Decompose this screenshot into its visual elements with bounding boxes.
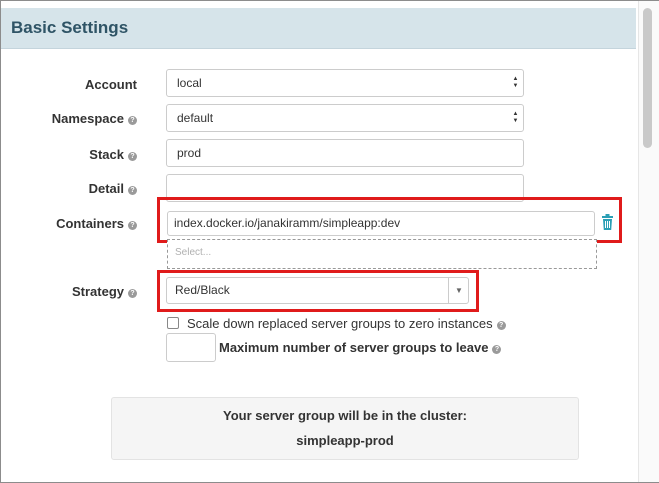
help-icon[interactable]: ?: [492, 345, 502, 354]
containers-highlight-box: [157, 197, 622, 243]
cluster-name: simpleapp-prod: [296, 433, 394, 448]
containers-label: Containers?: [56, 216, 137, 231]
up-down-arrows-icon: ▲ ▼: [512, 111, 519, 124]
scale-down-checkbox[interactable]: [167, 317, 179, 329]
account-value: local: [177, 76, 202, 90]
namespace-label: Namespace?: [52, 111, 137, 126]
help-icon[interactable]: ?: [128, 221, 137, 230]
section-title: Basic Settings: [11, 18, 129, 37]
help-icon[interactable]: ?: [496, 321, 506, 330]
scale-down-label: Scale down replaced server groups to zer…: [187, 316, 506, 331]
section-header: Basic Settings: [1, 8, 636, 49]
stack-value: prod: [177, 146, 202, 160]
up-down-arrows-icon: ▲ ▼: [512, 76, 519, 89]
scrollbar-thumb[interactable]: [643, 8, 652, 148]
container-select-dropzone[interactable]: [167, 239, 597, 269]
stack-label: Stack?: [89, 147, 137, 162]
max-server-groups-input[interactable]: [166, 333, 216, 362]
strategy-label: Strategy?: [72, 284, 137, 299]
cluster-info-text: Your server group will be in the cluster…: [223, 408, 467, 423]
account-select[interactable]: local ▲ ▼: [166, 69, 524, 97]
strategy-highlight-box: [157, 270, 479, 312]
detail-label: Detail?: [89, 181, 137, 196]
namespace-select[interactable]: default ▲ ▼: [166, 104, 524, 132]
account-label: Account: [85, 77, 137, 92]
max-server-groups-label: Maximum number of server groups to leave…: [219, 340, 502, 355]
container-select-placeholder: Select...: [175, 247, 212, 258]
help-icon[interactable]: ?: [128, 116, 137, 125]
stack-input[interactable]: prod: [166, 139, 524, 167]
namespace-value: default: [177, 111, 214, 125]
help-icon[interactable]: ?: [128, 152, 137, 161]
cluster-info-panel: Your server group will be in the cluster…: [111, 397, 579, 460]
help-icon[interactable]: ?: [128, 289, 137, 298]
help-icon[interactable]: ?: [128, 186, 137, 195]
